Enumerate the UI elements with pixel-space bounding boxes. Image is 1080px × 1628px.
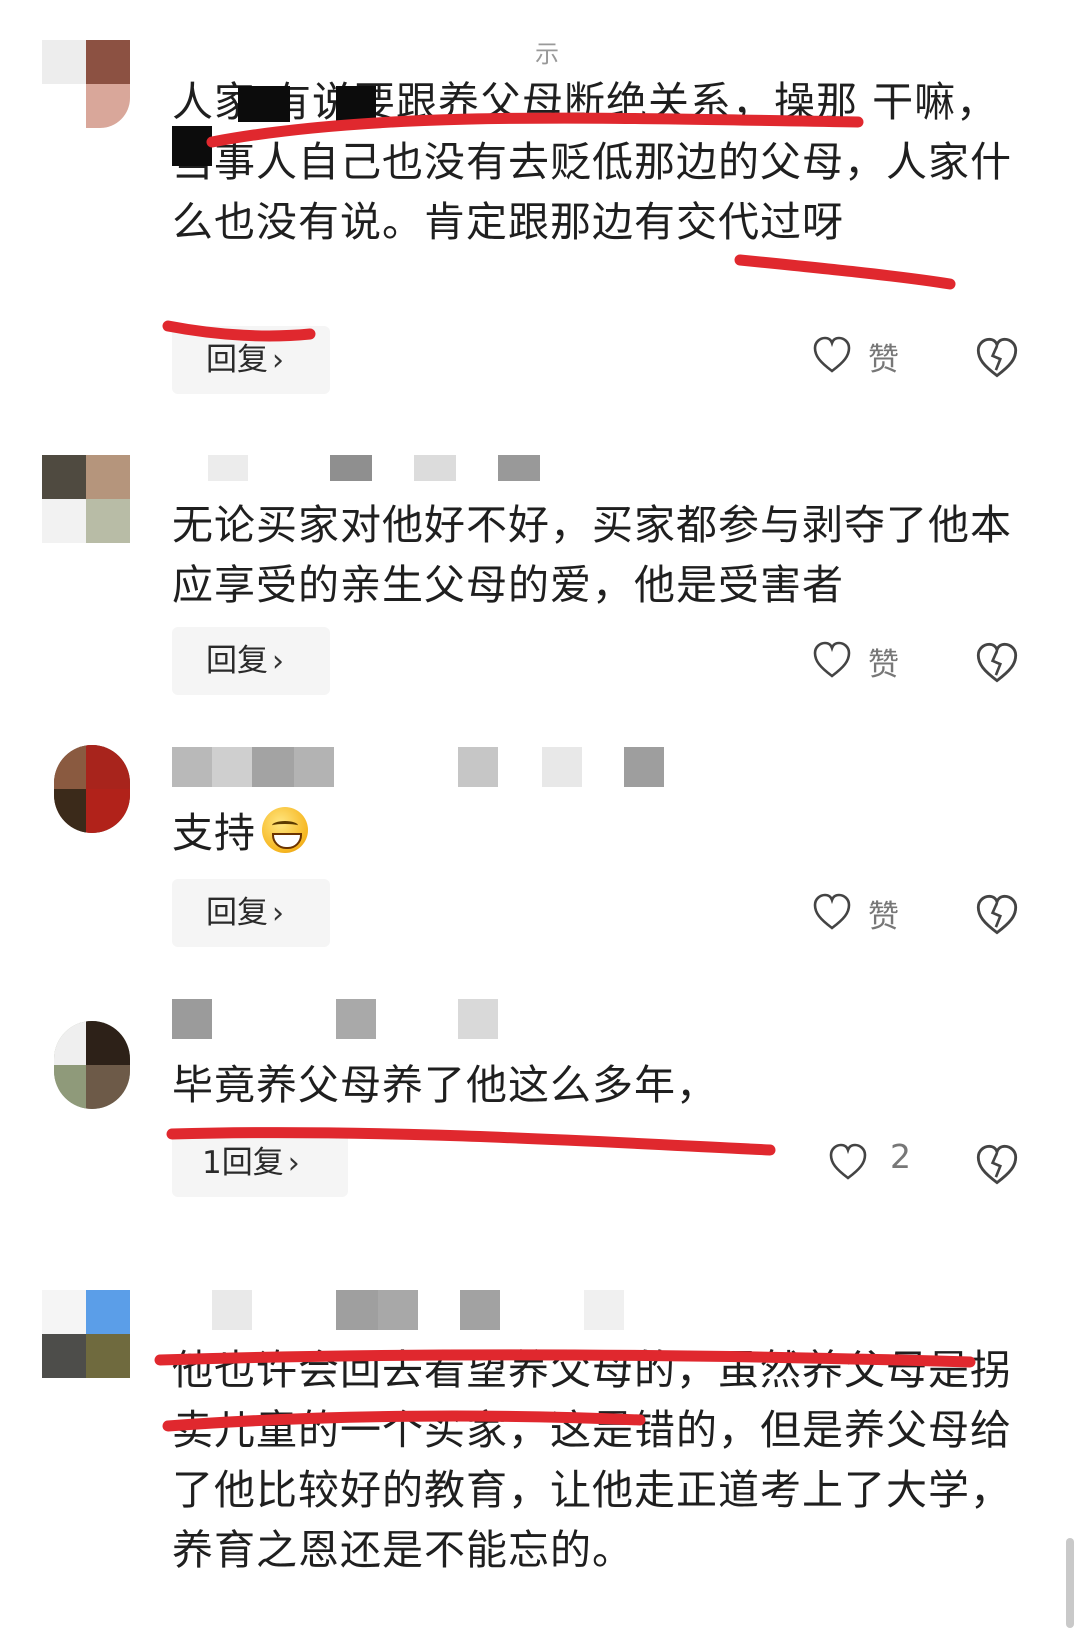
reply-button[interactable]: 回复 ›	[172, 326, 330, 394]
reply-label: 回复	[206, 643, 268, 679]
comment-text: 无论买家对他好不好，买家都参与剥夺了他本应享受的亲生父母的爱，他是受害者	[172, 501, 1012, 609]
comment-text: 毕竟养父母养了他这么多年，	[172, 1061, 718, 1109]
chevron-right-icon: ›	[272, 896, 284, 931]
reply-label: 回复	[206, 895, 268, 931]
reply-label: 1回复	[202, 1145, 284, 1181]
comment-item: 人家 有说要跟养父母断绝关系，操那 干嘛，当事人自己也没有去贬低那边的父母，人家…	[0, 40, 1080, 400]
comment-text: 支持	[172, 803, 1012, 863]
redaction-block	[336, 86, 376, 122]
like-label: 赞	[868, 342, 899, 378]
comment-item: 他也许会回去看望养父母的，虽然养父母是拐卖儿童的一个买家，这是错的，但是养父母给…	[0, 1290, 1080, 1628]
comment-text: 他也许会回去看望养父母的，虽然养父母是拐卖儿童的一个买家，这是错的，但是养父母给…	[172, 1346, 1012, 1574]
comment-item: 毕竟养父母养了他这么多年， 1回复 › 2	[0, 999, 1080, 1235]
heart-outline-icon	[829, 1143, 867, 1180]
reply-button[interactable]: 1回复 ›	[172, 1129, 348, 1197]
heart-outline-icon	[813, 893, 851, 930]
reply-button[interactable]: 回复 ›	[172, 627, 330, 695]
like-label: 赞	[868, 899, 899, 935]
avatar[interactable]	[42, 40, 130, 128]
broken-heart-icon[interactable]	[975, 893, 1019, 937]
avatar[interactable]	[42, 745, 130, 833]
broken-heart-icon[interactable]	[975, 1143, 1019, 1187]
grinning-face-emoji	[262, 807, 308, 853]
comment-text: 人家 有说要跟养父母断绝关系，操那 干嘛，当事人自己也没有去贬低那边的父母，人家…	[172, 78, 1012, 246]
heart-outline-icon	[813, 641, 851, 678]
avatar[interactable]	[42, 1021, 130, 1109]
avatar[interactable]	[42, 455, 130, 543]
chevron-right-icon: ›	[272, 644, 284, 679]
chevron-right-icon: ›	[272, 343, 284, 378]
scrollbar[interactable]	[1066, 1538, 1074, 1628]
like-label: 赞	[868, 647, 899, 683]
like-count: 2	[890, 1137, 911, 1176]
reply-label: 回复	[206, 342, 268, 378]
comment-item: 无论买家对他好不好，买家都参与剥夺了他本应享受的亲生父母的爱，他是受害者 回复 ›…	[0, 455, 1080, 715]
like-button[interactable]: 赞	[812, 883, 932, 943]
broken-heart-icon[interactable]	[975, 641, 1019, 685]
reply-button[interactable]: 回复 ›	[172, 879, 330, 947]
avatar[interactable]	[42, 1290, 130, 1378]
like-button[interactable]: 2	[828, 1133, 948, 1193]
broken-heart-icon[interactable]	[975, 336, 1019, 380]
redaction-block	[238, 86, 290, 122]
chevron-right-icon: ›	[287, 1146, 300, 1181]
like-button[interactable]: 赞	[812, 326, 932, 386]
redaction-block	[172, 126, 212, 166]
comment-item: 支持 回复 › 赞	[0, 745, 1080, 965]
heart-outline-icon	[813, 336, 851, 373]
like-button[interactable]: 赞	[812, 631, 932, 691]
